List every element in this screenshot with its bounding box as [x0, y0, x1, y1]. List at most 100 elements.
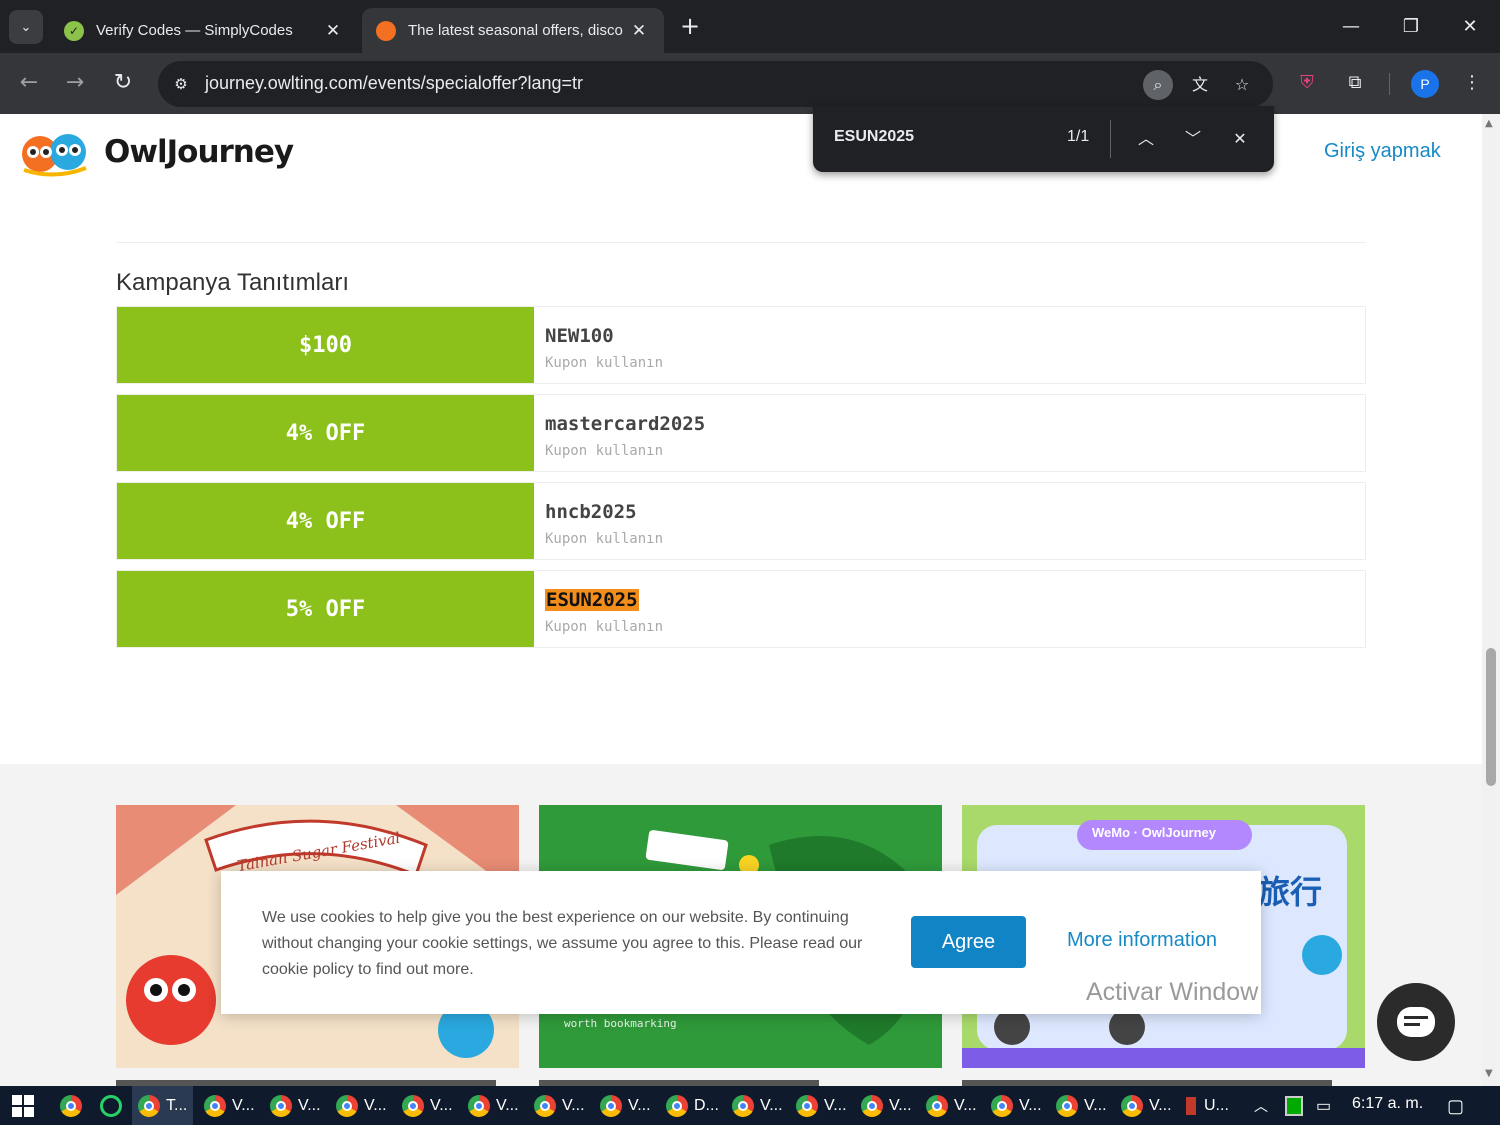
windows-taskbar: T... V... V... V... V... V... V... V... … [0, 1086, 1500, 1125]
taskbar-window[interactable]: V... [270, 1092, 321, 1120]
taskbar-window[interactable]: V... [534, 1092, 585, 1120]
coupon-row[interactable]: 4% OFF hncb2025 Kupon kullanın [116, 482, 1366, 560]
taskbar-window[interactable]: V... [402, 1092, 453, 1120]
card-side-text: 旅行 [1258, 873, 1323, 911]
scroll-up-icon[interactable]: ▲ [1485, 118, 1493, 129]
find-count: 1/1 [1067, 128, 1090, 145]
coupon-row[interactable]: $100 NEW100 Kupon kullanın [116, 306, 1366, 384]
site-settings-icon[interactable]: ⚙ [168, 71, 194, 97]
tab-title: Verify Codes — SimplyCodes [96, 22, 293, 39]
taskbar-window[interactable]: U... [1186, 1092, 1229, 1120]
tab-owljourney[interactable]: The latest seasonal offers, disco ✕ [362, 8, 664, 53]
taskbar-window[interactable]: T... [132, 1086, 194, 1125]
coupon-amount: 4% OFF [117, 483, 534, 559]
profile-avatar[interactable]: P [1411, 70, 1439, 98]
taskbar-label: V... [1019, 1097, 1042, 1114]
network-icon[interactable]: ▭ [1316, 1092, 1331, 1120]
tab-search-button[interactable]: ⌄ [9, 10, 43, 44]
use-coupon-link[interactable]: Kupon kullanın [545, 531, 663, 547]
tab-simplycodes[interactable]: ✓ Verify Codes — SimplyCodes ✕ [50, 8, 358, 53]
restore-button[interactable]: ❐ [1391, 10, 1431, 44]
find-bar: ESUN2025 1/1 ︿ ﹀ ✕ [813, 106, 1274, 172]
find-in-page-icon[interactable]: ⌕ [1143, 70, 1173, 100]
chat-button[interactable] [1377, 983, 1455, 1061]
tab-strip: ⌄ ✓ Verify Codes — SimplyCodes ✕ The lat… [0, 0, 1500, 53]
coupon-code: mastercard2025 [545, 413, 706, 435]
ublock-extension-icon[interactable]: ⛨ [1290, 66, 1324, 100]
whatsapp-icon[interactable] [100, 1092, 122, 1120]
find-previous-button[interactable]: ︿ [1130, 123, 1162, 155]
use-coupon-link[interactable]: Kupon kullanın [545, 619, 663, 635]
agree-button[interactable]: Agree [911, 916, 1026, 968]
close-tab-icon[interactable]: ✕ [322, 21, 344, 41]
url-text[interactable]: journey.owlting.com/events/specialoffer?… [205, 73, 583, 94]
taskbar-label: V... [628, 1097, 651, 1114]
more-menu-icon[interactable]: ⋮ [1455, 66, 1489, 100]
tray-chevron-icon[interactable]: ︿ [1254, 1092, 1268, 1120]
more-information-link[interactable]: More information [1067, 929, 1217, 952]
translate-icon[interactable]: 文 [1185, 70, 1215, 100]
taskbar-window[interactable]: V... [926, 1092, 977, 1120]
coupon-row[interactable]: 4% OFF mastercard2025 Kupon kullanın [116, 394, 1366, 472]
taskbar-window[interactable]: V... [732, 1092, 783, 1120]
scrollbar-thumb[interactable] [1486, 648, 1496, 786]
use-coupon-link[interactable]: Kupon kullanın [545, 443, 663, 459]
login-link[interactable]: Giriş yapmak [1324, 140, 1441, 163]
taskbar-label: V... [232, 1097, 255, 1114]
taskbar-window[interactable]: V... [1056, 1092, 1107, 1120]
extensions-puzzle-icon[interactable]: ⧉ [1338, 66, 1372, 100]
taskbar-window[interactable]: V... [861, 1092, 912, 1120]
taskbar-label: V... [1149, 1097, 1172, 1114]
taskbar-label: V... [430, 1097, 453, 1114]
find-close-button[interactable]: ✕ [1224, 123, 1256, 155]
card-image-text: WeMo · OwlJourney [1092, 825, 1216, 840]
find-input[interactable]: ESUN2025 [834, 128, 914, 146]
tray-app-icon[interactable] [1285, 1096, 1303, 1116]
taskbar-clock[interactable]: 6:17 a. m. [1352, 1095, 1423, 1113]
brand-name[interactable]: OwlJourney [104, 134, 294, 170]
coupon-amount: 5% OFF [117, 571, 534, 647]
bookmark-star-icon[interactable]: ☆ [1227, 70, 1257, 100]
find-next-button[interactable]: ﹀ [1177, 123, 1209, 155]
minimize-button[interactable]: — [1331, 10, 1371, 44]
coupon-row[interactable]: 5% OFF ESUN2025 Kupon kullanın [116, 570, 1366, 648]
address-bar[interactable]: ⚙ journey.owlting.com/events/specialoffe… [158, 61, 1273, 107]
taskbar-window[interactable]: V... [1121, 1092, 1172, 1120]
coupon-code: hncb2025 [545, 501, 637, 523]
taskbar-window[interactable]: V... [991, 1092, 1042, 1120]
coupon-amount: 4% OFF [117, 395, 534, 471]
browser-toolbar: ← → ↻ ⚙ journey.owlting.com/events/speci… [0, 53, 1500, 114]
taskbar-label: V... [496, 1097, 519, 1114]
find-divider [1110, 120, 1111, 158]
taskbar-window[interactable]: V... [336, 1092, 387, 1120]
taskbar-window[interactable]: V... [796, 1092, 847, 1120]
taskbar-window[interactable]: D... [666, 1092, 719, 1120]
notifications-icon[interactable]: ▢ [1447, 1092, 1464, 1120]
chevron-down-icon: ⌄ [20, 19, 32, 35]
close-window-button[interactable]: ✕ [1450, 10, 1490, 44]
close-tab-icon[interactable]: ✕ [628, 21, 650, 41]
taskbar-window[interactable]: V... [468, 1092, 519, 1120]
toolbar-divider [1389, 73, 1390, 95]
tab-title: The latest seasonal offers, disco [408, 22, 623, 39]
back-button[interactable]: ← [12, 66, 46, 100]
owljourney-logo-icon[interactable] [20, 128, 90, 178]
taskbar-label: V... [364, 1097, 387, 1114]
windows-start-icon[interactable] [12, 1095, 34, 1117]
taskbar-label: V... [562, 1097, 585, 1114]
new-tab-button[interactable]: + [676, 12, 704, 40]
use-coupon-link[interactable]: Kupon kullanın [545, 355, 663, 371]
forward-button[interactable]: → [58, 66, 92, 100]
page-scrollbar[interactable]: ▲ ▼ [1482, 114, 1500, 1086]
reload-button[interactable]: ↻ [106, 66, 140, 100]
windows-activation-watermark: Activar Window [1086, 978, 1259, 1006]
chat-line [1404, 1023, 1420, 1026]
taskbar-label: V... [1084, 1097, 1107, 1114]
taskbar-label: D... [694, 1097, 719, 1114]
scroll-down-icon[interactable]: ▼ [1485, 1068, 1493, 1079]
owl-favicon-icon [376, 20, 396, 41]
taskbar-window[interactable]: V... [204, 1092, 255, 1120]
chrome-pinned-icon[interactable] [60, 1092, 88, 1120]
simplycodes-favicon-icon: ✓ [64, 20, 84, 41]
taskbar-window[interactable]: V... [600, 1092, 651, 1120]
